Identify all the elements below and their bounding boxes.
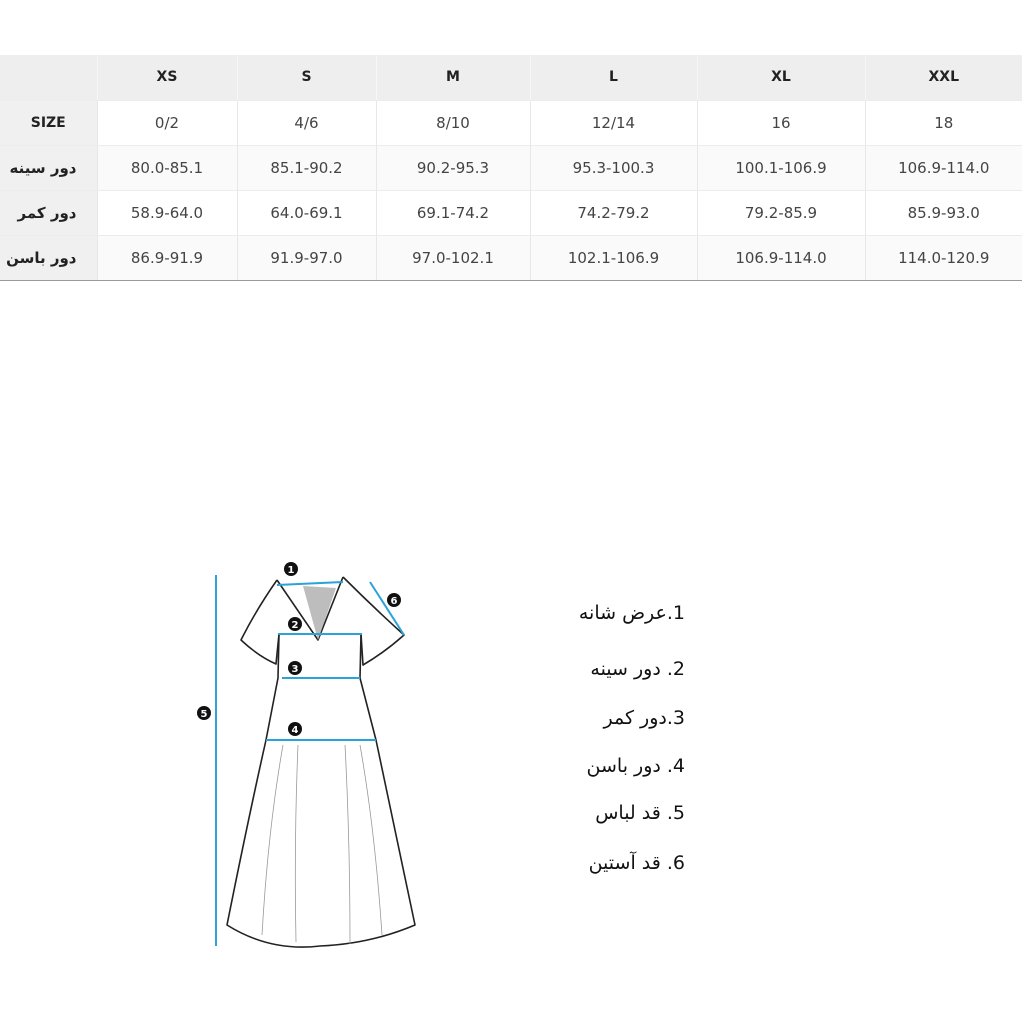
- waist-row: دور کمر 58.9-64.0 64.0-69.1 69.1-74.2 74…: [0, 190, 1022, 236]
- size-number-row: SIZE 0/2 4/6 8/10 12/14 16 18: [0, 100, 1022, 146]
- neckline-shade: [303, 586, 336, 640]
- header-size-xs: XS: [97, 55, 238, 101]
- waist-cell: 58.9-64.0: [97, 190, 238, 236]
- chest-cell: 80.0-85.1: [97, 145, 238, 191]
- dress-measurement-diagram: 1 2 3 4 5 6: [197, 562, 416, 948]
- chest-cell: 85.1-90.2: [237, 145, 377, 191]
- size-number-cell: 16: [697, 100, 866, 146]
- chest-cell: 95.3-100.3: [530, 145, 698, 191]
- marker-4: 4: [288, 722, 302, 736]
- row-label-waist: دور کمر: [0, 190, 98, 236]
- waist-cell: 69.1-74.2: [376, 190, 531, 236]
- header-size-xxl: XXL: [865, 55, 1022, 101]
- legend-item-hip: 4. دور باسن: [586, 755, 685, 777]
- header-size-xl: XL: [697, 55, 866, 101]
- hip-cell: 91.9-97.0: [237, 235, 377, 281]
- size-chart-table: XS S M L XL XXL SIZE 0/2 4/6 8/10 12/14 …: [0, 55, 1022, 281]
- dress-outline: [226, 576, 416, 948]
- legend-item-waist: 3.دور کمر: [603, 707, 686, 729]
- legend-item-shoulder-width: 1.عرض شانه: [578, 602, 685, 624]
- header-size-l: L: [530, 55, 698, 101]
- row-label-chest: دور سینه: [0, 145, 98, 191]
- chest-cell: 100.1-106.9: [697, 145, 866, 191]
- marker-1-label: 1: [288, 565, 295, 576]
- marker-5: 5: [197, 706, 211, 720]
- marker-2: 2: [288, 617, 302, 631]
- row-label-size: SIZE: [0, 100, 98, 146]
- chest-cell: 90.2-95.3: [376, 145, 531, 191]
- size-header-row: XS S M L XL XXL: [0, 55, 1022, 101]
- measurement-lines: [215, 575, 405, 946]
- size-number-cell: 8/10: [376, 100, 531, 146]
- header-size-s: S: [237, 55, 377, 101]
- chest-row: دور سینه 80.0-85.1 85.1-90.2 90.2-95.3 9…: [0, 145, 1022, 191]
- size-number-cell: 4/6: [237, 100, 377, 146]
- hip-cell: 86.9-91.9: [97, 235, 238, 281]
- size-number-cell: 18: [865, 100, 1022, 146]
- legend-item-dress-length: 5. قد لباس: [595, 802, 685, 824]
- size-number-cell: 0/2: [97, 100, 238, 146]
- marker-5-label: 5: [201, 709, 208, 720]
- hip-cell: 106.9-114.0: [697, 235, 866, 281]
- marker-6: 6: [387, 593, 401, 607]
- chest-cell: 106.9-114.0: [865, 145, 1022, 191]
- header-size-m: M: [376, 55, 531, 101]
- marker-2-label: 2: [292, 620, 299, 631]
- marker-3-label: 3: [292, 664, 299, 675]
- hip-cell: 102.1-106.9: [530, 235, 698, 281]
- marker-1: 1: [284, 562, 298, 576]
- hip-cell: 114.0-120.9: [865, 235, 1022, 281]
- size-number-cell: 12/14: [530, 100, 698, 146]
- header-corner-cell: [0, 55, 98, 101]
- marker-3: 3: [288, 661, 302, 675]
- legend-item-sleeve-length: 6. قد آستین: [588, 852, 685, 874]
- marker-4-label: 4: [292, 725, 299, 736]
- waist-cell: 64.0-69.1: [237, 190, 377, 236]
- waist-cell: 79.2-85.9: [697, 190, 866, 236]
- waist-cell: 85.9-93.0: [865, 190, 1022, 236]
- hip-row: دور باسن 86.9-91.9 91.9-97.0 97.0-102.1 …: [0, 235, 1022, 281]
- row-label-hip: دور باسن: [0, 235, 98, 281]
- waist-cell: 74.2-79.2: [530, 190, 698, 236]
- legend-item-chest: 2. دور سینه: [590, 658, 685, 680]
- marker-6-label: 6: [391, 596, 398, 607]
- hip-cell: 97.0-102.1: [376, 235, 531, 281]
